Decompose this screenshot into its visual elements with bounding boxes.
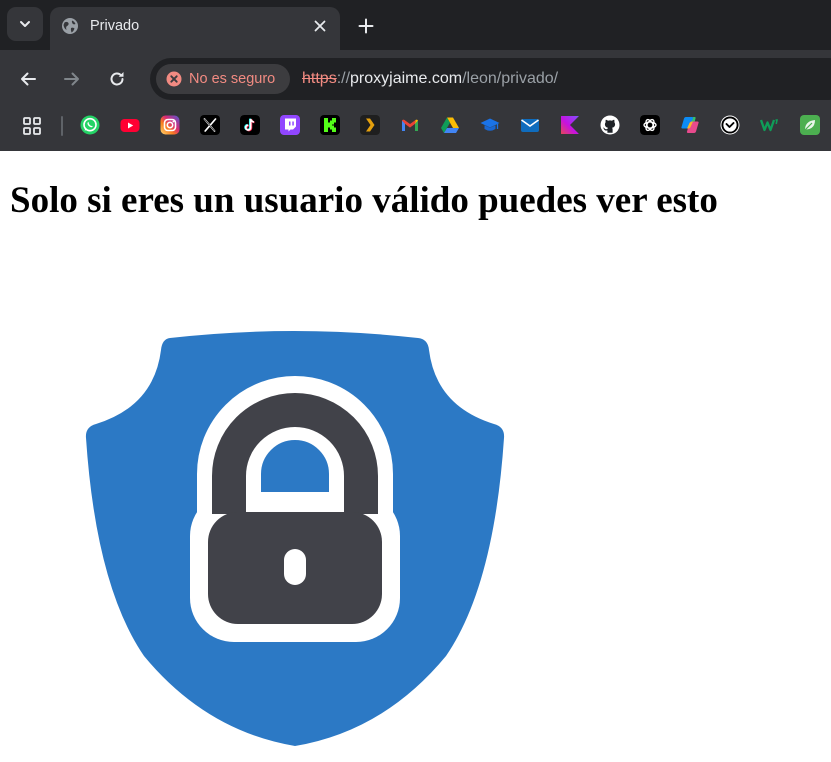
tiktok-icon <box>240 115 260 135</box>
reload-button[interactable] <box>104 66 130 92</box>
bookmarks-bar <box>0 108 831 151</box>
chevron-down-icon <box>20 21 30 27</box>
globe-icon <box>62 18 78 34</box>
bookmark-github[interactable] <box>600 115 620 135</box>
url-host: proxyjaime.com <box>350 70 463 87</box>
url-separator: :// <box>336 70 351 87</box>
leaf-icon <box>800 115 820 135</box>
security-indicator[interactable]: No es seguro <box>156 64 290 94</box>
new-tab-button[interactable] <box>352 12 380 40</box>
browser-toolbar: No es seguro https://proxyjaime.com/leon… <box>0 50 831 108</box>
bookmark-tiktok[interactable] <box>240 115 260 135</box>
plus-icon <box>358 18 374 34</box>
bookmark-youtube[interactable] <box>120 115 140 135</box>
close-icon <box>314 20 326 32</box>
github-icon <box>600 115 620 135</box>
arrow-left-icon <box>21 72 36 86</box>
x-icon <box>200 115 220 135</box>
arrow-right-icon <box>64 72 79 86</box>
bookmark-google-drive[interactable] <box>440 115 460 135</box>
bookmark-checkmark[interactable] <box>720 115 740 135</box>
address-bar[interactable]: No es seguro https://proxyjaime.com/leon… <box>150 58 831 100</box>
microsoft-copilot-icon <box>681 117 699 133</box>
forward-button[interactable] <box>59 66 85 92</box>
tab-close-button[interactable] <box>310 16 330 36</box>
instagram-icon <box>160 115 180 135</box>
google-drive-icon <box>441 117 459 133</box>
back-button[interactable] <box>15 66 41 92</box>
bookmark-w[interactable] <box>760 115 780 135</box>
keyhole <box>284 549 306 585</box>
reload-icon <box>110 72 124 86</box>
whatsapp-icon <box>80 115 100 135</box>
not-secure-icon <box>166 71 182 87</box>
tab-search-button[interactable] <box>7 7 43 41</box>
bookmark-mail[interactable] <box>520 115 540 135</box>
url-text[interactable]: https://proxyjaime.com/leon/privado/ <box>302 70 558 88</box>
bookmark-graduation-cap[interactable] <box>480 115 500 135</box>
bookmark-twitch[interactable] <box>280 115 300 135</box>
plex-icon <box>360 115 380 135</box>
tab-title: Privado <box>90 18 140 34</box>
tab-strip: Privado <box>0 0 831 50</box>
kotlin-icon <box>561 116 579 134</box>
bookmark-plex[interactable] <box>360 115 380 135</box>
bookmark-copilot[interactable] <box>680 115 700 135</box>
apps-grid-icon[interactable] <box>22 116 42 136</box>
tab-privado[interactable]: Privado <box>50 7 340 50</box>
twitch-icon <box>280 115 300 135</box>
gmail-icon <box>402 119 418 131</box>
bookmark-whatsapp[interactable] <box>80 115 100 135</box>
checkmark-circle-icon <box>720 115 740 135</box>
mail-icon <box>521 119 539 132</box>
bookmark-gmail[interactable] <box>400 115 420 135</box>
chatgpt-icon <box>640 115 660 135</box>
bookmark-chatgpt[interactable] <box>640 115 660 135</box>
w-icon <box>760 119 778 132</box>
kick-icon <box>320 115 340 135</box>
url-path: /leon/privado/ <box>462 70 559 87</box>
bookmark-kick[interactable] <box>320 115 340 135</box>
security-label: No es seguro <box>189 71 276 87</box>
page-title: Solo si eres un usuario válido puedes ve… <box>10 180 718 221</box>
bookmark-leaf[interactable] <box>800 115 820 135</box>
youtube-icon <box>120 119 140 132</box>
bookmarks-separator <box>61 116 63 136</box>
shield-lock-icon <box>85 331 505 746</box>
url-scheme: https <box>302 70 337 87</box>
graduation-cap-icon <box>480 118 500 131</box>
bookmark-instagram[interactable] <box>160 115 180 135</box>
bookmark-x[interactable] <box>200 115 220 135</box>
bookmark-kotlin[interactable] <box>560 115 580 135</box>
